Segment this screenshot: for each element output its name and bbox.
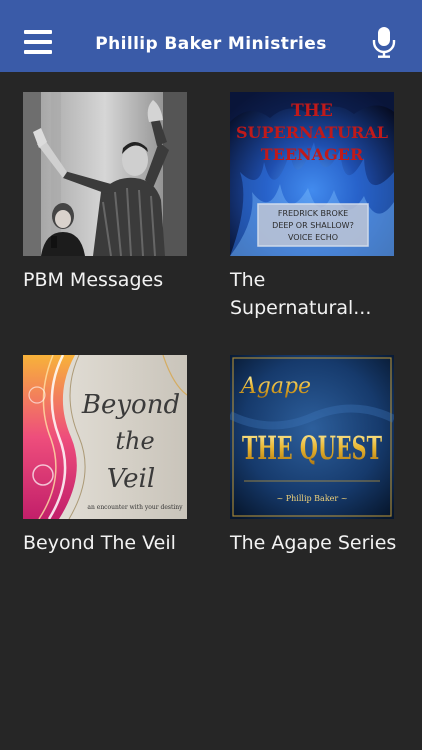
art-box-line2: DEEP OR SHALLOW? xyxy=(272,221,354,230)
art-box-line1: FREDRICK BROKE xyxy=(278,209,348,218)
art-line1: Beyond xyxy=(81,390,180,420)
preacher-photo[interactable] xyxy=(23,92,187,256)
art-script: Agape xyxy=(239,374,311,399)
microphone-icon[interactable] xyxy=(372,26,396,58)
art-title: THE QUEST xyxy=(242,429,382,467)
supernatural-teenager-artwork[interactable]: THE SUPERNATURAL TEENAGER FREDRICK BROKE… xyxy=(230,92,394,256)
beyond-the-veil-artwork[interactable]: Beyond the Veil an encounter with your d… xyxy=(23,355,187,519)
art-box-line3: VOICE ECHO xyxy=(288,233,338,242)
art-title-line3: TEENAGER xyxy=(261,145,364,164)
app-header: Phillip Baker Ministries xyxy=(0,0,422,72)
art-line2: the xyxy=(115,427,154,455)
art-author: ~ Phillip Baker ~ xyxy=(277,494,348,503)
art-line3: Veil xyxy=(107,464,155,494)
art-subtitle: an encounter with your destiny xyxy=(87,504,183,511)
the-quest-artwork[interactable]: Agape THE QUEST ~ Phillip Baker ~ xyxy=(230,355,394,519)
tile-label: The Agape Series xyxy=(230,532,397,554)
tile-label: Beyond The Veil xyxy=(23,532,176,554)
tile-label: The Supernatural... xyxy=(230,269,372,319)
tile-label: PBM Messages xyxy=(23,269,164,291)
art-title-line1: THE xyxy=(291,101,333,121)
app-title: Phillip Baker Ministries xyxy=(95,34,327,54)
art-title-line2: SUPERNATURAL xyxy=(236,123,388,142)
